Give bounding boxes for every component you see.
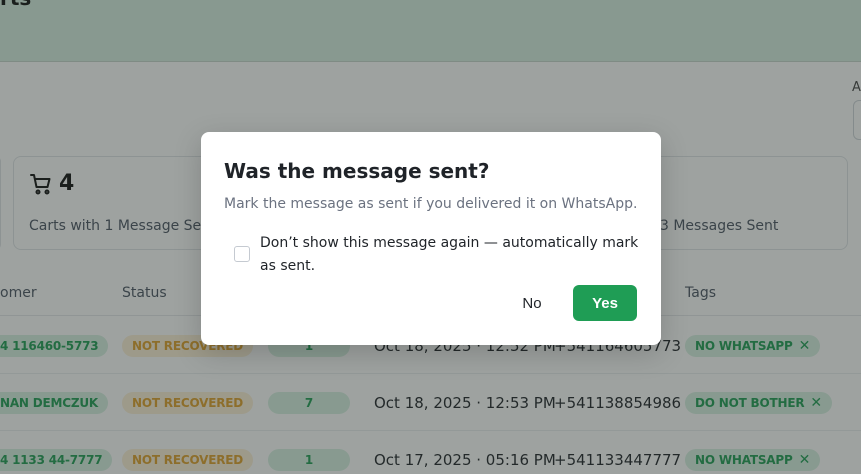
dont-show-again-label[interactable]: Don’t show this message again — automati… xyxy=(260,232,640,278)
confirm-sent-dialog: Was the message sent? Mark the message a… xyxy=(201,132,661,345)
no-button[interactable]: No xyxy=(509,285,555,321)
dialog-description: Mark the message as sent if you delivere… xyxy=(224,196,638,212)
dont-show-again-checkbox[interactable] xyxy=(234,246,250,262)
yes-button[interactable]: Yes xyxy=(573,285,637,321)
dialog-title: Was the message sent? xyxy=(224,159,490,183)
